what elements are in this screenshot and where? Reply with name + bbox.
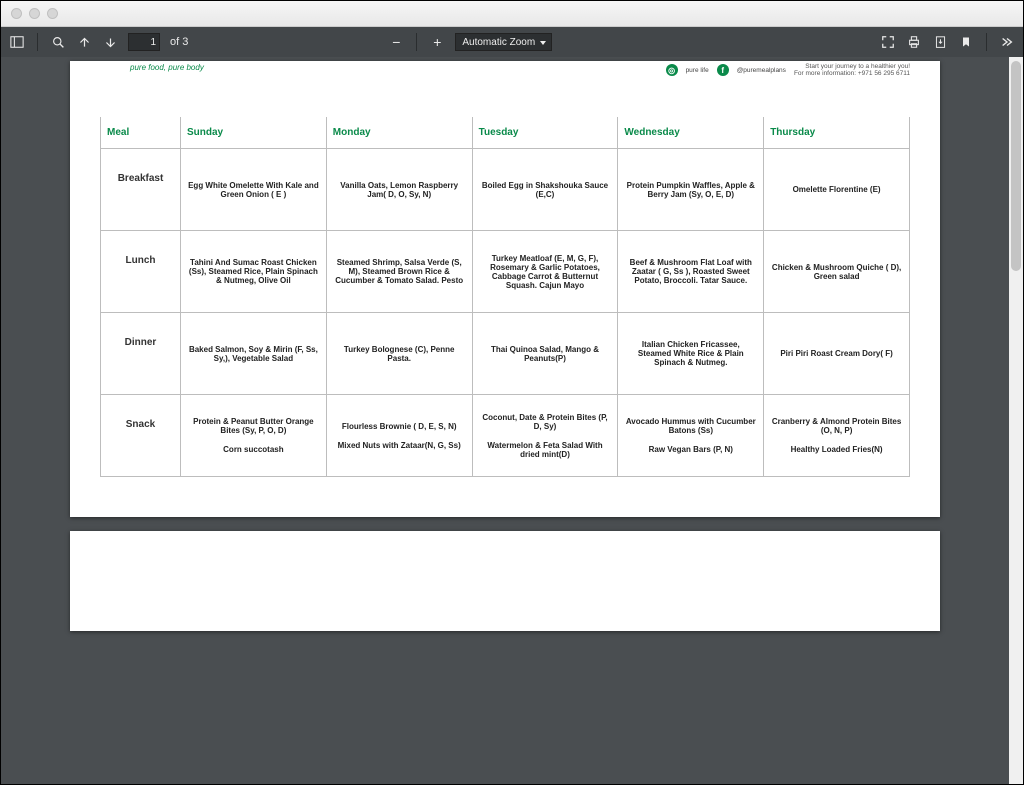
meal-cell: Coconut, Date & Protein Bites (P, D, Sy)… [472,395,618,477]
meal-cell: Turkey Meatloaf (E, M, G, F), Rosemary &… [472,231,618,313]
zoom-in-icon[interactable]: + [429,34,445,50]
instagram-icon: ◎ [666,64,678,76]
meal-cell: Piri Piri Roast Cream Dory( F) [764,313,910,395]
meal-cell: Beef & Mushroom Flat Loaf with Zaatar ( … [618,231,764,313]
meal-cell: Baked Salmon, Soy & Mirin (F, Ss, Sy,), … [181,313,327,395]
col-meal: Meal [101,117,181,149]
page-count-label: of 3 [170,36,188,48]
table-row: DinnerBaked Salmon, Soy & Mirin (F, Ss, … [101,313,910,395]
prev-page-icon[interactable] [76,34,92,50]
next-page-icon[interactable] [102,34,118,50]
meal-cell: Flourless Brownie ( D, E, S, N)Mixed Nut… [326,395,472,477]
brand-tagline: pure food, pure body [100,63,204,72]
table-row: BreakfastEgg White Omelette With Kale an… [101,149,910,231]
col-thursday: Thursday [764,117,910,149]
viewer-content: pure food, pure body ◎ pure life f @pure… [1,57,1023,784]
meal-cell: Steamed Shrimp, Salsa Verde (S, M), Stea… [326,231,472,313]
meal-cell: Omelette Florentine (E) [764,149,910,231]
pdf-page-1: pure food, pure body ◎ pure life f @pure… [70,61,940,517]
meal-plan-table: Meal Sunday Monday Tuesday Wednesday Thu… [100,117,910,477]
contact-line-2: For more information: +971 56 295 6711 [794,70,910,77]
toolbar-left-group: of 3 − + Automatic Zoom [9,33,552,51]
facebook-icon: f [717,64,729,76]
col-monday: Monday [326,117,472,149]
pdf-page-2 [70,531,940,631]
separator [416,33,417,51]
page-number-input[interactable] [128,33,160,51]
print-icon[interactable] [906,34,922,50]
col-sunday: Sunday [181,117,327,149]
header-contact: ◎ pure life f @puremealplans Start your … [666,63,910,77]
window-titlebar [1,1,1023,27]
meal-cell: Italian Chicken Fricassee, Steamed White… [618,313,764,395]
row-label: Dinner [101,313,181,395]
meal-cell: Chicken & Mushroom Quiche ( D), Green sa… [764,231,910,313]
meal-cell: Thai Quinoa Salad, Mango & Peanuts(P) [472,313,618,395]
social-handle-2: @puremealplans [737,67,786,74]
separator [37,33,38,51]
maximize-window-button[interactable] [47,8,58,19]
row-label: Breakfast [101,149,181,231]
row-label: Lunch [101,231,181,313]
meal-cell: Vanilla Oats, Lemon Raspberry Jam( D, O,… [326,149,472,231]
presentation-mode-icon[interactable] [880,34,896,50]
scrollbar-thumb[interactable] [1011,61,1021,271]
table-row: LunchTahini And Sumac Roast Chicken (Ss)… [101,231,910,313]
pdf-toolbar: of 3 − + Automatic Zoom [1,27,1023,57]
download-icon[interactable] [932,34,948,50]
page-header: pure food, pure body ◎ pure life f @pure… [100,61,910,77]
vertical-scrollbar[interactable] [1009,57,1023,784]
zoom-select[interactable]: Automatic Zoom [455,33,552,51]
pdf-viewer-window: of 3 − + Automatic Zoom [0,0,1024,785]
meal-cell: Avocado Hummus with Cucumber Batons (Ss)… [618,395,764,477]
table-header-row: Meal Sunday Monday Tuesday Wednesday Thu… [101,117,910,149]
meal-cell: Turkey Bolognese (C), Penne Pasta. [326,313,472,395]
meal-cell: Protein Pumpkin Waffles, Apple & Berry J… [618,149,764,231]
bookmark-icon[interactable] [958,34,974,50]
tools-menu-icon[interactable] [999,34,1015,50]
zoom-out-icon[interactable]: − [388,34,404,50]
close-window-button[interactable] [11,8,22,19]
meal-cell: Protein & Peanut Butter Orange Bites (Sy… [181,395,327,477]
meal-cell: Egg White Omelette With Kale and Green O… [181,149,327,231]
toolbar-right-group [880,33,1015,51]
social-handle-1: pure life [686,67,709,74]
table-row: SnackProtein & Peanut Butter Orange Bite… [101,395,910,477]
col-wednesday: Wednesday [618,117,764,149]
meal-cell: Cranberry & Almond Protein Bites (O, N, … [764,395,910,477]
row-label: Snack [101,395,181,477]
meal-cell: Tahini And Sumac Roast Chicken (Ss), Ste… [181,231,327,313]
minimize-window-button[interactable] [29,8,40,19]
col-tuesday: Tuesday [472,117,618,149]
page-scroll-area[interactable]: pure food, pure body ◎ pure life f @pure… [1,57,1009,784]
meal-cell: Boiled Egg in Shakshouka Sauce (E,C) [472,149,618,231]
separator [986,33,987,51]
sidebar-toggle-icon[interactable] [9,34,25,50]
contact-line-1: Start your journey to a healthier you! [794,63,910,70]
search-icon[interactable] [50,34,66,50]
